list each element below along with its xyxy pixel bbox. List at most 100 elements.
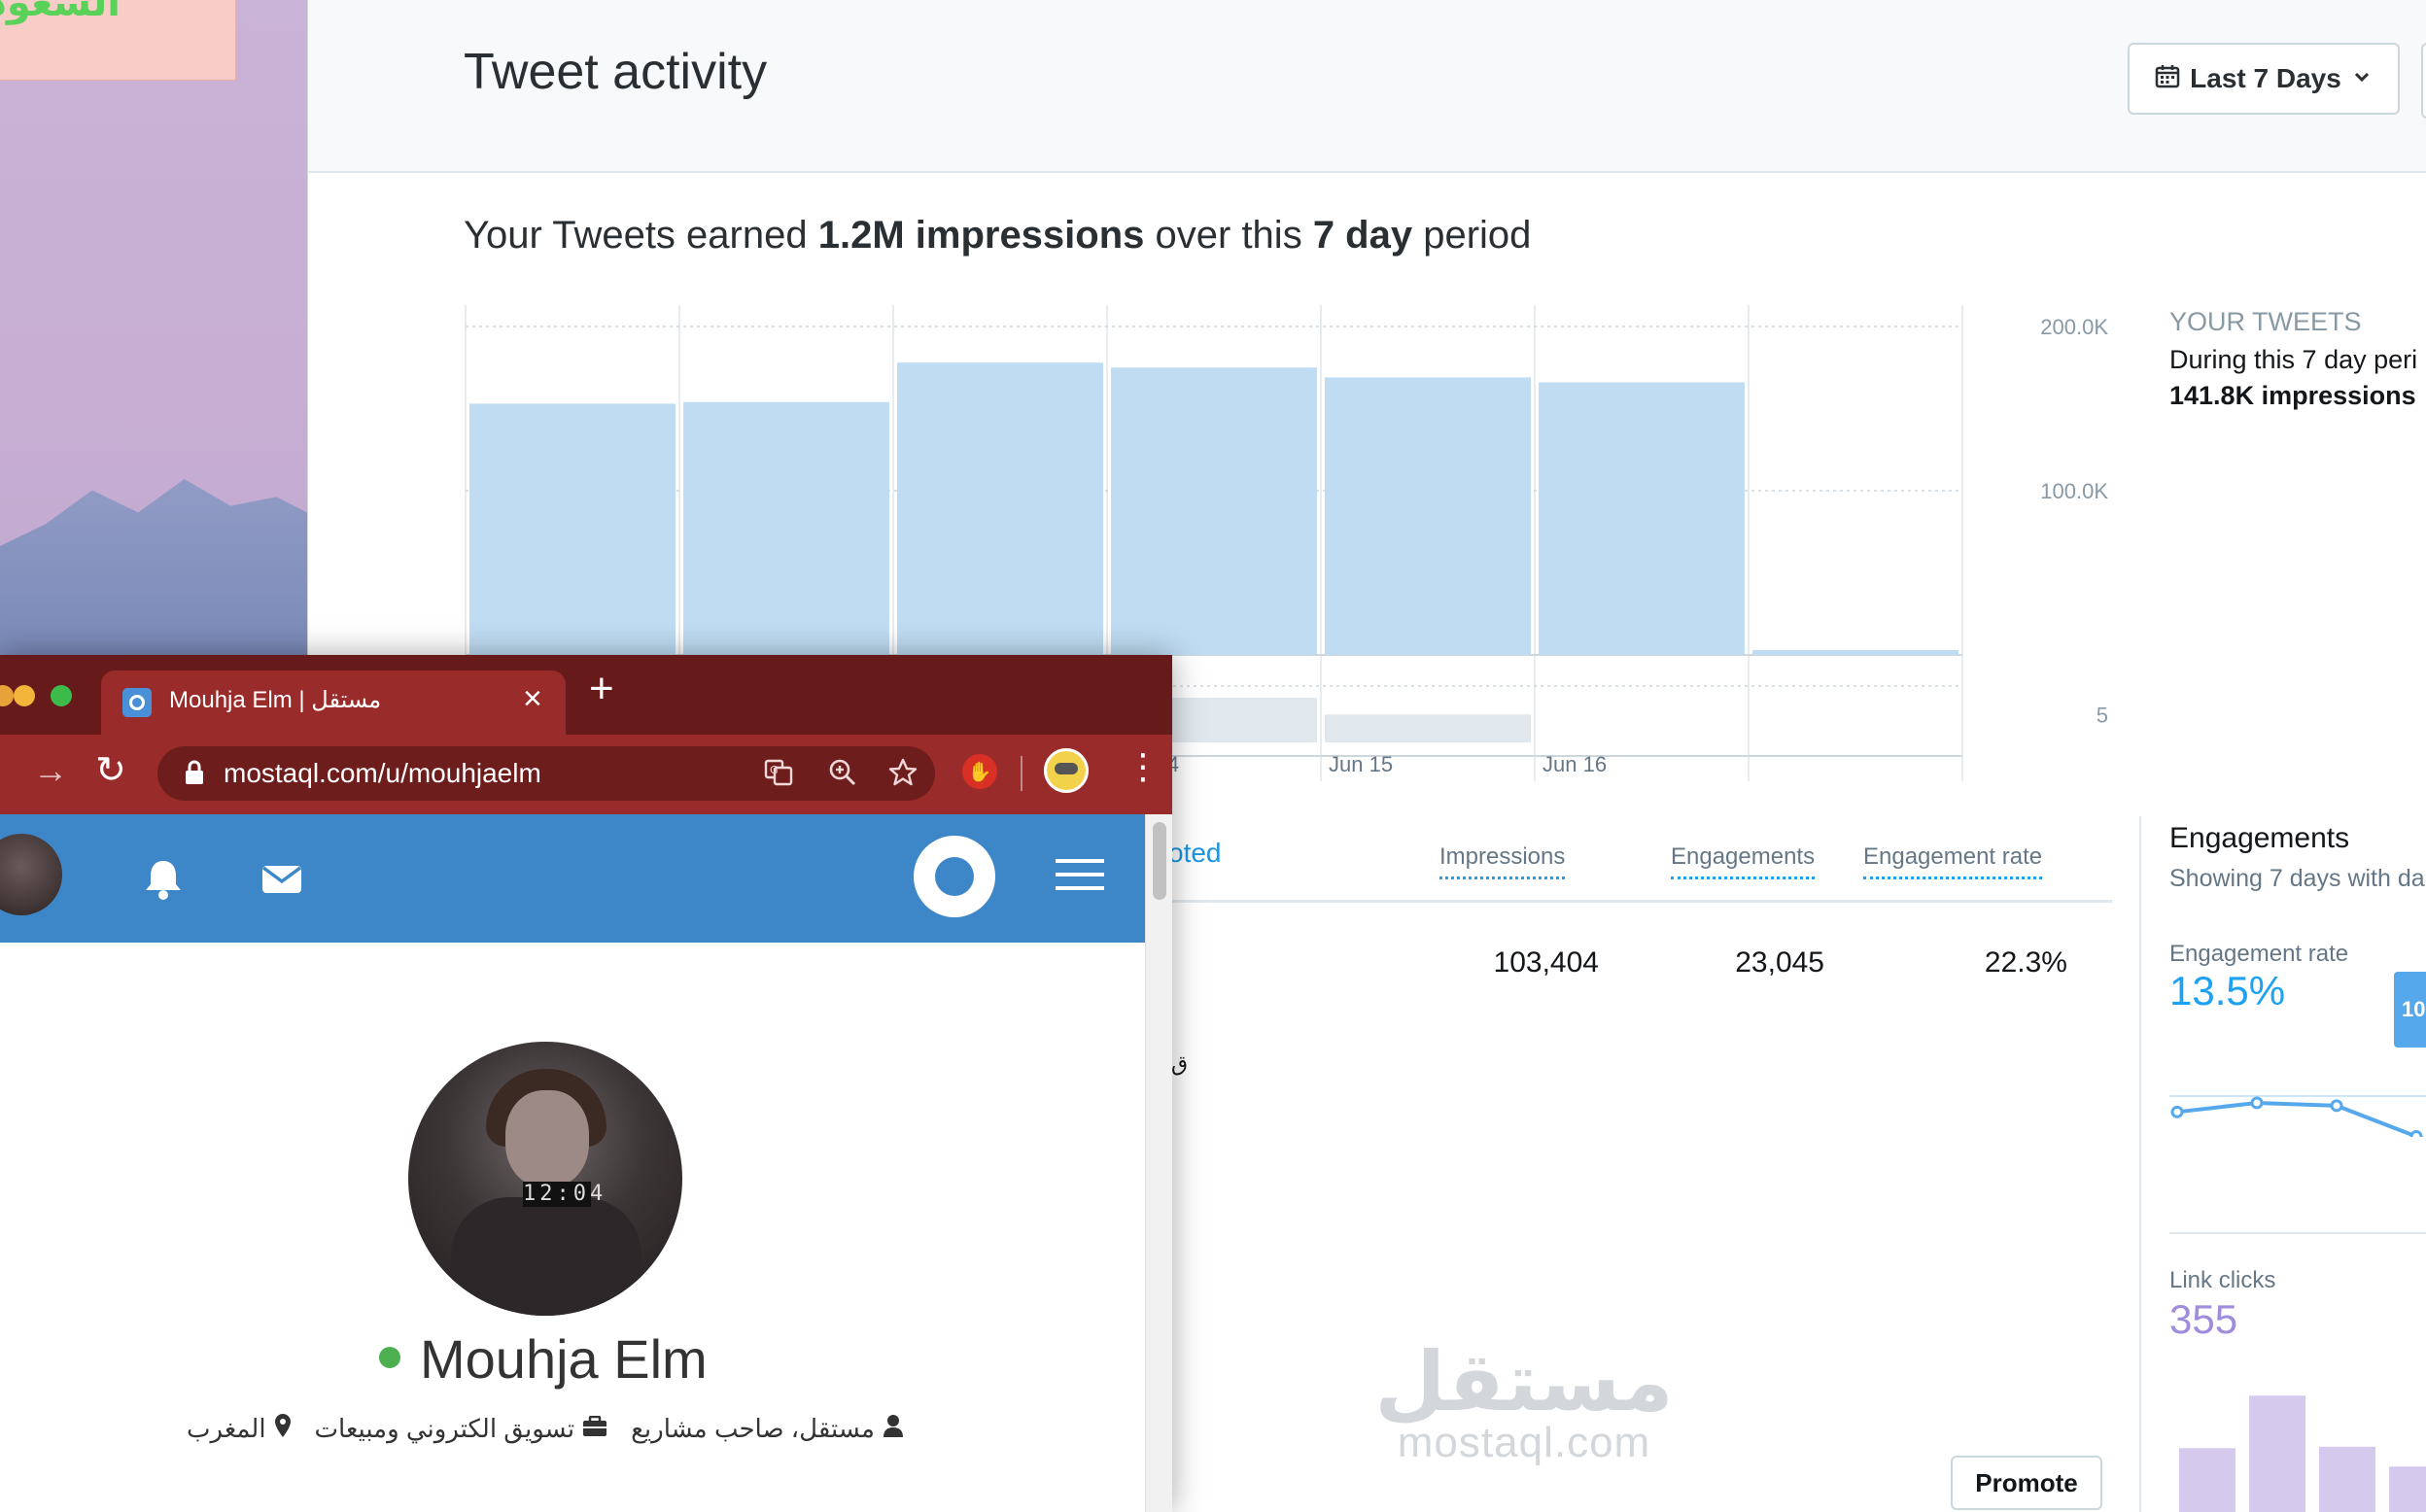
- engagements-divider: [2169, 1232, 2426, 1234]
- link-clicks-bar: [2179, 1448, 2235, 1512]
- your-tweets-heading: YOUR TWEETS: [2169, 307, 2362, 336]
- panel-divider: [2139, 816, 2141, 1512]
- summary-prefix: Your Tweets earned: [464, 214, 818, 257]
- column-header-engagement-rate[interactable]: Engagement rate: [1863, 843, 2043, 879]
- meta-role-text: مستقل، صاحب مشاريع: [631, 1414, 875, 1443]
- sticky-note-text: السعود: [0, 0, 121, 24]
- hamburger-menu-icon[interactable]: [1056, 855, 1104, 894]
- meta-specialty: تسويق الكتروني ومبيعات: [315, 1413, 608, 1445]
- tab-title: Mouhja Elm | مستقل: [169, 687, 382, 713]
- sparkline-line: [2176, 1100, 2417, 1137]
- forward-arrow-icon[interactable]: →: [33, 750, 68, 791]
- translate-icon[interactable]: G: [764, 758, 793, 794]
- chart-x-tick-label: Jun 16: [1542, 752, 1607, 776]
- engagements-subtitle: Showing 7 days with dail: [2169, 865, 2426, 892]
- mostaql-watermark: مستقل mostaql.com: [1373, 1341, 1675, 1467]
- link-clicks-bar: [2319, 1446, 2375, 1512]
- new-tab-button[interactable]: +: [589, 665, 614, 713]
- profile-avatar[interactable]: [1044, 748, 1089, 793]
- mostaql-favicon-icon: [122, 688, 152, 717]
- sparkline-point: [2170, 1105, 2184, 1118]
- engagement-rate-sparkline: [2169, 1095, 2426, 1137]
- engagement-rate-label: Engagement rate: [2169, 941, 2349, 967]
- chart-x-tick-label: Jun 15: [1329, 752, 1393, 776]
- date-range-label: Last 7 Days: [2190, 63, 2341, 93]
- link-clicks-chart: [2179, 1395, 2426, 1512]
- toolbar-separator: [1021, 756, 1022, 791]
- meta-location: المغرب: [187, 1413, 292, 1445]
- meta-role: مستقل، صاحب مشاريع: [631, 1413, 904, 1445]
- page-scrollbar[interactable]: [1145, 814, 1172, 1512]
- sparkline-point: [2330, 1099, 2343, 1113]
- date-range-button[interactable]: Last 7 Days: [2128, 43, 2400, 115]
- sparkline-point: [2250, 1096, 2264, 1110]
- tab-close-icon[interactable]: ×: [523, 680, 542, 718]
- tab-strip: Mouhja Elm | مستقل × +: [0, 655, 1172, 735]
- user-icon: [883, 1414, 904, 1444]
- link-clicks-label: Link clicks: [2169, 1267, 2276, 1293]
- summary-period: 7 day: [1312, 214, 1413, 257]
- link-clicks-bar: [2249, 1395, 2305, 1512]
- address-bar[interactable]: mostaql.com/u/mouhjaelm G: [157, 746, 935, 801]
- user-avatar[interactable]: [0, 834, 62, 915]
- zoom-icon[interactable]: [828, 758, 857, 794]
- meta-specialty-text: تسويق الكتروني ومبيعات: [314, 1414, 575, 1443]
- mostaql-logo[interactable]: [914, 836, 995, 917]
- window-minimize-button[interactable]: [14, 685, 35, 706]
- chrome-window: Mouhja Elm | مستقل × + → ↻ mostaql.com/u…: [0, 655, 1172, 1512]
- sticky-note[interactable]: السعود: [0, 0, 236, 81]
- your-tweets-subtitle: During this 7 day peri: [2169, 345, 2418, 374]
- sparkline-point: [2409, 1130, 2423, 1137]
- chart-bar: [1539, 382, 1745, 655]
- hand-extension-icon[interactable]: ✋: [962, 754, 997, 789]
- online-status-dot: [379, 1347, 400, 1368]
- promote-button[interactable]: Promote: [1951, 1456, 2102, 1510]
- chevron-down-icon: [2351, 63, 2373, 94]
- chart-bar: [683, 401, 889, 655]
- mail-icon[interactable]: [253, 849, 311, 908]
- window-close-button[interactable]: [0, 685, 14, 706]
- location-icon: [274, 1413, 292, 1445]
- table-row-text: ق: [1171, 1051, 1189, 1076]
- photo-face: [505, 1090, 589, 1187]
- watermark-latin: mostaql.com: [1397, 1419, 1651, 1466]
- profile-name: Mouhja Elm: [420, 1328, 708, 1390]
- bell-icon[interactable]: [134, 849, 192, 908]
- chart-engagement-bar: [1325, 714, 1531, 742]
- summary-suffix: period: [1412, 214, 1532, 257]
- chart-bar: [1325, 377, 1531, 655]
- summary-impressions: 1.2M impressions: [817, 214, 1145, 257]
- column-header-engagements[interactable]: Engagements: [1671, 843, 1816, 879]
- svg-text:G: G: [770, 764, 779, 776]
- chart-bar: [1752, 649, 1958, 655]
- engagements-title: Engagements: [2169, 822, 2350, 854]
- scrollbar-thumb[interactable]: [1153, 822, 1166, 900]
- profile-meta: مستقل، صاحب مشاريع تسويق الكتروني ومبيعا…: [187, 1413, 904, 1445]
- more-menu-icon[interactable]: ⋮: [1126, 746, 1161, 787]
- chart-secondary-y-tick-label: 5: [2097, 703, 2108, 727]
- profile-photo: 12:04: [408, 1042, 682, 1316]
- engagement-rate-value: 13.5%: [2169, 968, 2286, 1014]
- tab-promoted[interactable]: oted: [1168, 838, 1222, 869]
- page-header: Tweet activity Last 7 Days: [308, 0, 2426, 173]
- your-tweets-impressions: 141.8K impressions: [2169, 381, 2416, 410]
- table-cell-impressions: 103,404: [1493, 946, 1599, 979]
- window-zoom-button[interactable]: [51, 685, 72, 706]
- lock-icon: [185, 760, 204, 792]
- browser-toolbar: → ↻ mostaql.com/u/mouhjaelm G ✋ ⋮: [0, 735, 1172, 814]
- reload-icon[interactable]: ↻: [95, 748, 126, 792]
- chart-y-tick-label: 100.0K: [2040, 479, 2108, 503]
- chart-bar: [469, 403, 676, 655]
- impressions-summary: Your Tweets earned 1.2M impressions over…: [464, 214, 1531, 258]
- url-text[interactable]: mostaql.com/u/mouhjaelm: [224, 758, 541, 789]
- column-header-impressions[interactable]: Impressions: [1439, 843, 1566, 879]
- bookmark-star-icon[interactable]: [888, 758, 918, 794]
- watermark-arabic: مستقل: [1374, 1336, 1674, 1427]
- export-button[interactable]: [2421, 43, 2426, 119]
- calendar-icon: [2155, 63, 2180, 95]
- your-tweets-panel: YOUR TWEETS During this 7 day peri 141.8…: [2169, 307, 2426, 411]
- link-clicks-value: 355: [2169, 1296, 2238, 1342]
- browser-tab[interactable]: Mouhja Elm | مستقل ×: [101, 670, 566, 735]
- photo-body: [451, 1197, 641, 1316]
- photo-clock: 12:04: [523, 1182, 607, 1207]
